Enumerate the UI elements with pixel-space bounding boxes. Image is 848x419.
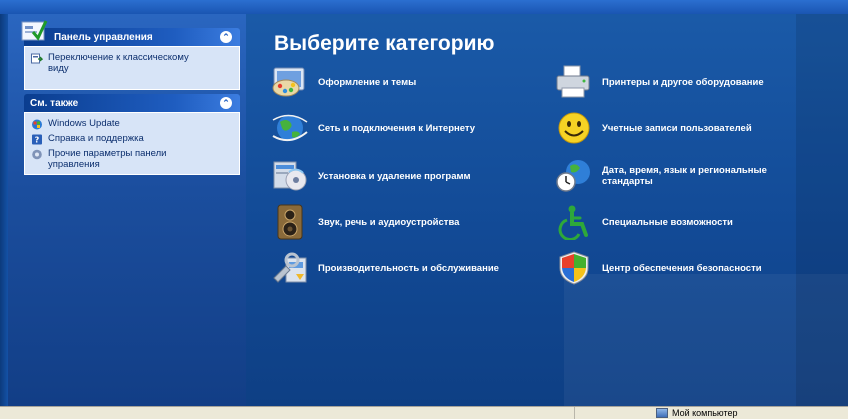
category-appearance[interactable]: Оформление и темы — [270, 64, 416, 100]
category-performance-label: Производительность и обслуживание — [318, 262, 499, 274]
see-also-body: Windows Update ? Справка и поддержка Про… — [24, 112, 240, 175]
help-icon: ? — [32, 134, 42, 145]
help-support-label: Справка и поддержка — [48, 133, 144, 144]
category-security-center-label: Центр обеспечения безопасности — [602, 262, 762, 274]
category-user-accounts-label: Учетные записи пользователей — [602, 122, 752, 134]
switch-classic-view-link[interactable]: Переключение к классическому виду — [31, 52, 233, 74]
control-panel-header-label: Панель управления — [54, 31, 153, 43]
performance-icon — [273, 252, 307, 283]
category-network-label: Сеть и подключения к Интернету — [318, 122, 476, 134]
other-options-label: Прочие параметры панели управления — [48, 148, 167, 170]
category-add-remove-programs[interactable]: Установка и удаление программ — [270, 158, 471, 194]
window-top-bar — [0, 0, 848, 15]
switch-view-icon — [31, 53, 43, 64]
svg-text:?: ? — [35, 136, 40, 145]
category-printers-label: Принтеры и другое оборудование — [602, 76, 764, 88]
category-sound-label: Звук, речь и аудиоустройства — [318, 216, 460, 228]
control-panel-body: Переключение к классическому виду — [24, 46, 240, 90]
category-date-time[interactable]: Дата, время, язык и региональные стандар… — [554, 158, 812, 194]
control-panel-header[interactable]: Панель управления ⌃ — [24, 28, 240, 46]
window-left-edge — [0, 14, 8, 406]
windows-update-icon — [32, 119, 42, 130]
security-shield-icon — [559, 251, 589, 285]
switch-classic-view-label: Переключение к классическому виду — [48, 52, 189, 74]
category-appearance-label: Оформление и темы — [318, 76, 417, 88]
windows-update-link[interactable]: Windows Update — [31, 118, 233, 130]
category-security-center[interactable]: Центр обеспечения безопасности — [554, 250, 762, 286]
page-title: Выберите категорию — [274, 32, 495, 55]
see-also-panel: См. также ⌃ Windows Update ? Справка и п… — [24, 94, 240, 175]
status-divider — [574, 407, 575, 419]
category-user-accounts[interactable]: Учетные записи пользователей — [554, 110, 752, 146]
background-decoration — [796, 14, 848, 406]
category-printers[interactable]: Принтеры и другое оборудование — [554, 64, 764, 100]
user-accounts-icon — [558, 112, 590, 144]
windows-update-label: Windows Update — [48, 118, 120, 129]
other-options-icon — [32, 149, 42, 160]
my-computer-icon — [656, 408, 668, 418]
category-view: Выберите категорию Оформление и темы Сет… — [246, 14, 848, 406]
status-bar: Мой компьютер — [0, 406, 848, 419]
collapse-chevron-icon[interactable]: ⌃ — [220, 97, 232, 109]
task-pane: Панель управления ⌃ Переключение к класс… — [8, 14, 246, 406]
category-add-remove-programs-label: Установка и удаление программ — [318, 170, 471, 182]
see-also-header[interactable]: См. также ⌃ — [24, 94, 240, 112]
add-remove-programs-icon — [273, 161, 307, 191]
other-options-link[interactable]: Прочие параметры панели управления — [31, 148, 233, 170]
collapse-chevron-icon[interactable]: ⌃ — [220, 31, 232, 43]
control-panel-icon — [21, 20, 48, 41]
appearance-themes-icon — [272, 67, 305, 97]
network-globe-icon — [272, 114, 308, 142]
date-time-globe-icon — [556, 160, 590, 192]
category-accessibility[interactable]: Специальные возможности — [554, 204, 733, 240]
see-also-header-label: См. также — [30, 97, 79, 109]
category-sound[interactable]: Звук, речь и аудиоустройства — [270, 204, 459, 240]
help-support-link[interactable]: ? Справка и поддержка — [31, 133, 233, 145]
speaker-icon — [277, 204, 303, 240]
control-panel-panel: Панель управления ⌃ Переключение к класс… — [21, 20, 240, 90]
category-performance[interactable]: Производительность и обслуживание — [270, 250, 499, 286]
category-accessibility-label: Специальные возможности — [602, 216, 733, 228]
category-network[interactable]: Сеть и подключения к Интернету — [270, 110, 475, 146]
printer-icon — [556, 65, 590, 98]
status-location-label: Мой компьютер — [672, 408, 738, 418]
accessibility-icon — [558, 205, 588, 240]
category-date-time-label: Дата, время, язык и региональные стандар… — [602, 165, 767, 187]
status-location: Мой компьютер — [656, 408, 738, 418]
